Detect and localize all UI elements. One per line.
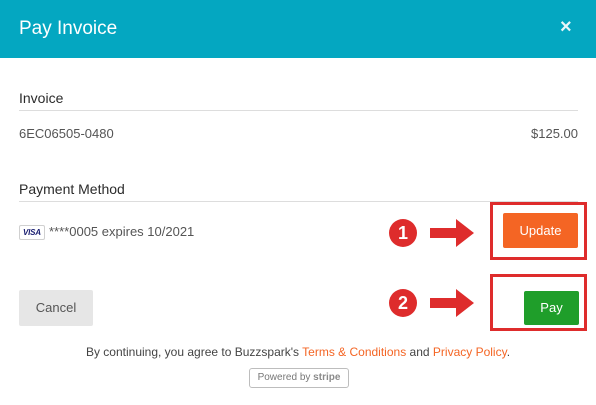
payment-method-label: Payment Method	[19, 181, 125, 197]
invoice-number: 6EC06505-0480	[19, 126, 114, 141]
cancel-button[interactable]: Cancel	[19, 290, 93, 326]
step-2-arrow-icon	[430, 289, 474, 317]
card-details: ****0005 expires 10/2021	[49, 224, 195, 239]
terms-prefix: By continuing, you agree to Buzzspark's	[85, 345, 303, 359]
powered-by-text: Powered by	[257, 372, 311, 383]
powered-by-stripe-badge[interactable]: Powered by stripe	[249, 368, 349, 388]
invoice-divider	[19, 110, 578, 111]
close-icon[interactable]: ×	[560, 16, 572, 38]
step-1-badge: 1	[389, 219, 417, 247]
privacy-link[interactable]: Privacy Policy	[433, 345, 507, 359]
terms-suffix: .	[506, 345, 511, 359]
terms-link[interactable]: Terms & Conditions	[302, 345, 406, 359]
step-1-arrow-icon	[430, 219, 474, 247]
terms-middle: and	[406, 345, 433, 359]
stripe-logo: stripe	[313, 372, 341, 383]
step-2-badge: 2	[389, 289, 417, 317]
modal-header: Pay Invoice ×	[0, 0, 596, 58]
invoice-section-label: Invoice	[19, 90, 64, 106]
visa-card-brand: VISA	[23, 228, 41, 237]
update-button[interactable]: Update	[503, 213, 578, 248]
modal-title: Pay Invoice	[19, 18, 118, 39]
terms-notice: By continuing, you agree to Buzzspark's …	[0, 344, 596, 360]
pay-button[interactable]: Pay	[524, 291, 579, 325]
visa-card-icon: VISA	[19, 225, 45, 240]
invoice-amount: $125.00	[531, 126, 578, 141]
